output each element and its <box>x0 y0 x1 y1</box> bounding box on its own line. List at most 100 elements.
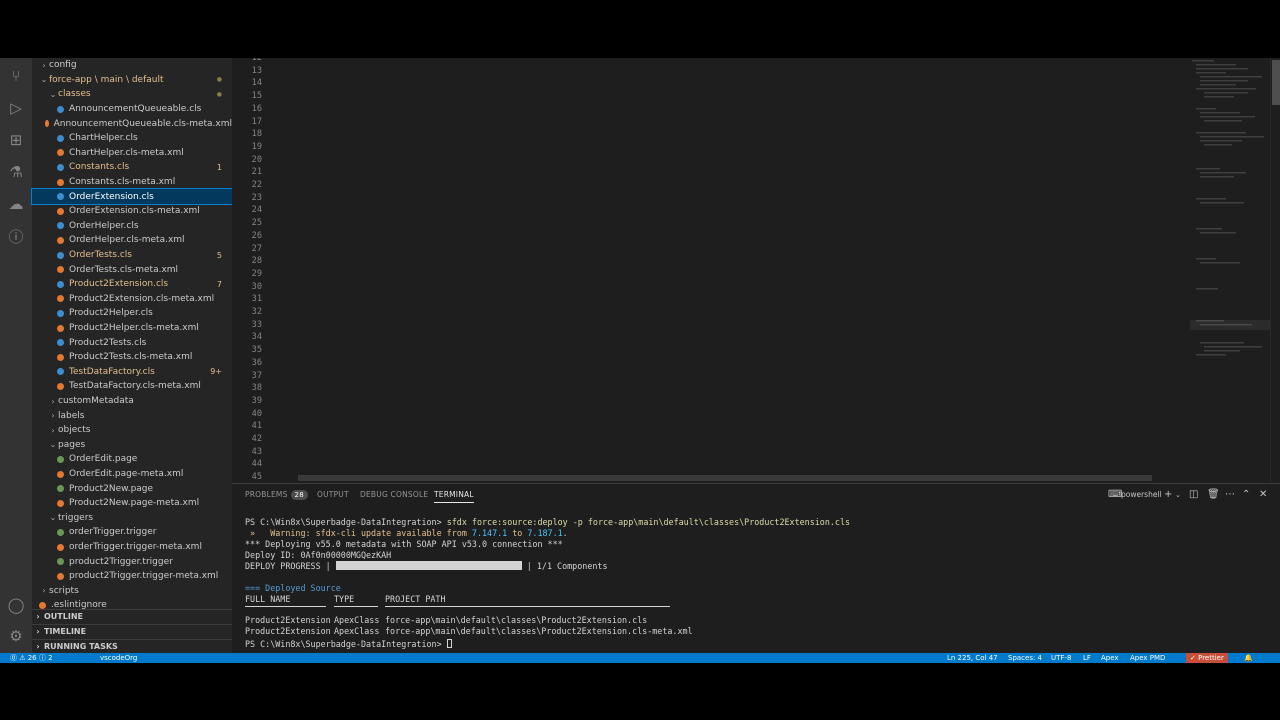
xml-file-icon <box>57 470 64 478</box>
gear-icon[interactable]: ⚙ <box>6 626 26 646</box>
trash-icon[interactable]: 🗑 <box>1207 489 1220 500</box>
tree-item[interactable]: › objects <box>32 423 232 438</box>
eol-status[interactable]: LF <box>1083 653 1091 663</box>
tab-debug-console[interactable]: DEBUG CONSOLE <box>360 490 428 499</box>
org-status[interactable]: vscodeOrg <box>100 653 137 663</box>
tree-item[interactable]: ⌄ classes ● <box>32 87 232 102</box>
terminal-line: » Warning: sfdx-cli update available fro… <box>245 528 568 538</box>
tree-item[interactable]: OrderHelper.cls-meta.xml <box>32 233 232 248</box>
apex-file-icon <box>57 339 64 347</box>
tab-output[interactable]: OUTPUT <box>317 490 349 499</box>
outline-section[interactable]: › OUTLINE <box>32 609 232 623</box>
extensions-icon[interactable]: ⊞ <box>6 130 26 150</box>
tree-item[interactable]: ⌄ force-app \ main \ default ● <box>32 73 232 88</box>
tree-item-label: config <box>49 60 77 71</box>
salesforce-cloud-icon[interactable]: ☁ <box>6 194 26 214</box>
tree-item[interactable]: OrderTests.cls-meta.xml <box>32 262 232 277</box>
tree-item[interactable]: product2Trigger.trigger-meta.xml <box>32 569 232 584</box>
tree-item-label: objects <box>58 425 91 436</box>
tree-item[interactable]: Constants.cls-meta.xml <box>32 175 232 190</box>
tree-item[interactable]: OrderExtension.cls <box>31 188 233 205</box>
bell-icon[interactable]: 🔔 <box>1244 653 1253 663</box>
tree-item[interactable]: Product2Helper.cls-meta.xml <box>32 321 232 336</box>
tree-item[interactable]: Constants.cls 1 <box>32 160 232 175</box>
run-debug-icon[interactable]: ▷ <box>6 98 26 118</box>
new-terminal-icon[interactable]: + <box>1164 489 1172 500</box>
tree-item-label: Product2Extension.cls-meta.xml <box>69 293 215 304</box>
bottom-panel: PROBLEMS 28 OUTPUT DEBUG CONSOLE TERMINAL… <box>232 483 1280 653</box>
tree-item[interactable]: Product2Extension.cls 7 <box>32 277 232 292</box>
table-cell: ApexClass <box>334 615 380 625</box>
tree-item[interactable]: › customMetadata <box>32 394 232 409</box>
indentation-status[interactable]: Spaces: 4 <box>1008 653 1042 663</box>
tree-item[interactable]: Product2Extension.cls-meta.xml <box>32 292 232 307</box>
testing-icon[interactable]: ⚗ <box>6 162 26 182</box>
scrollbar-thumb[interactable] <box>1272 60 1280 105</box>
tree-item[interactable]: OrderHelper.cls <box>32 219 232 234</box>
tree-item-label: OrderHelper.cls-meta.xml <box>69 235 185 246</box>
code-editor[interactable]: 12 13 14 15 16 17 18 19 20 21 22 23 24 25 26 27 28 29 30 31… <box>232 58 1280 483</box>
shell-label[interactable]: powershell <box>1121 490 1162 499</box>
tree-item[interactable]: › config <box>32 58 232 73</box>
tree-item-label: AnnouncementQueueable.cls-meta.xml <box>53 118 232 129</box>
tab-problems[interactable]: PROBLEMS 28 <box>245 490 308 500</box>
xml-file-icon <box>57 207 64 215</box>
tree-item[interactable]: OrderEdit.page <box>32 452 232 467</box>
language-mode[interactable]: Apex <box>1101 653 1119 663</box>
vertical-scrollbar[interactable] <box>1270 58 1280 483</box>
tree-item[interactable]: TestDataFactory.cls 9+ <box>32 365 232 380</box>
encoding-status[interactable]: UTF-8 <box>1051 653 1071 663</box>
timeline-section[interactable]: › TIMELINE <box>32 624 232 638</box>
chevron-down-icon[interactable]: ⌄ <box>1175 491 1181 499</box>
prettier-status[interactable]: ✓ Prettier <box>1186 653 1228 663</box>
apex-file-icon <box>57 105 64 113</box>
terminal-command: sfdx force:source:deploy -p force-app\ma… <box>446 517 851 527</box>
tree-item[interactable]: › labels <box>32 408 232 423</box>
tree-item[interactable]: TestDataFactory.cls-meta.xml <box>32 379 232 394</box>
apex-pmd-status[interactable]: Apex PMD <box>1130 653 1165 663</box>
line-number: 13 <box>251 65 262 76</box>
chevron-down-icon: ⌄ <box>40 75 48 85</box>
minimap-preview <box>1190 60 1270 356</box>
tree-item[interactable]: › scripts <box>32 584 232 599</box>
tab-terminal[interactable]: TERMINAL <box>434 490 474 503</box>
tree-item[interactable]: ⌄ triggers <box>32 511 232 526</box>
tree-item[interactable]: product2Trigger.trigger <box>32 554 232 569</box>
tree-item[interactable]: Product2Helper.cls <box>32 306 232 321</box>
tree-item[interactable]: ChartHelper.cls-meta.xml <box>32 146 232 161</box>
tree-item[interactable]: AnnouncementQueueable.cls <box>32 102 232 117</box>
tab-label: TERMINAL <box>434 490 474 499</box>
xml-file-icon <box>57 382 64 390</box>
account-icon[interactable]: ◯ <box>6 595 26 615</box>
tree-item-label: Product2Helper.cls <box>69 308 153 319</box>
source-control-icon[interactable]: ⑂ <box>6 66 26 86</box>
split-terminal-icon[interactable]: ◫ <box>1189 489 1198 500</box>
tree-item[interactable]: OrderExtension.cls-meta.xml <box>32 204 232 219</box>
cursor-position[interactable]: Ln 225, Col 47 <box>947 653 998 663</box>
close-panel-icon[interactable]: ✕ <box>1259 489 1267 500</box>
tree-item[interactable]: OrderEdit.page-meta.xml <box>32 467 232 482</box>
terminal-line: *** Deploying v55.0 metadata with SOAP A… <box>245 539 563 549</box>
column-divider <box>334 606 378 607</box>
problems-status[interactable]: ⓪ ⚠ 26 ⓘ 2 <box>10 653 53 663</box>
tree-item[interactable]: Product2Tests.cls <box>32 335 232 350</box>
tree-item-label: Product2Helper.cls-meta.xml <box>69 323 199 334</box>
maximize-panel-icon[interactable]: ⌃ <box>1242 489 1250 500</box>
info-icon[interactable]: ⓘ <box>6 226 26 246</box>
running-tasks-section[interactable]: › RUNNING TASKS <box>32 639 232 653</box>
tree-item[interactable]: ⌄ pages <box>32 438 232 453</box>
tree-item[interactable]: ChartHelper.cls <box>32 131 232 146</box>
tree-item[interactable]: OrderTests.cls 5 <box>32 248 232 263</box>
horizontal-scrollbar[interactable] <box>298 475 1152 481</box>
line-number: 27 <box>251 243 262 254</box>
tree-item[interactable]: AnnouncementQueueable.cls-meta.xml <box>32 116 232 131</box>
minimap[interactable] <box>1190 58 1270 483</box>
line-number: 20 <box>251 154 262 165</box>
ellipsis-icon[interactable]: ⋯ <box>1225 489 1235 500</box>
tree-item[interactable]: Product2New.page-meta.xml <box>32 496 232 511</box>
tree-item[interactable]: orderTrigger.trigger-meta.xml <box>32 540 232 555</box>
tree-item[interactable]: Product2New.page <box>32 481 232 496</box>
tree-item[interactable]: orderTrigger.trigger <box>32 525 232 540</box>
tree-item[interactable]: Product2Tests.cls-meta.xml <box>32 350 232 365</box>
line-number: 29 <box>251 268 262 279</box>
